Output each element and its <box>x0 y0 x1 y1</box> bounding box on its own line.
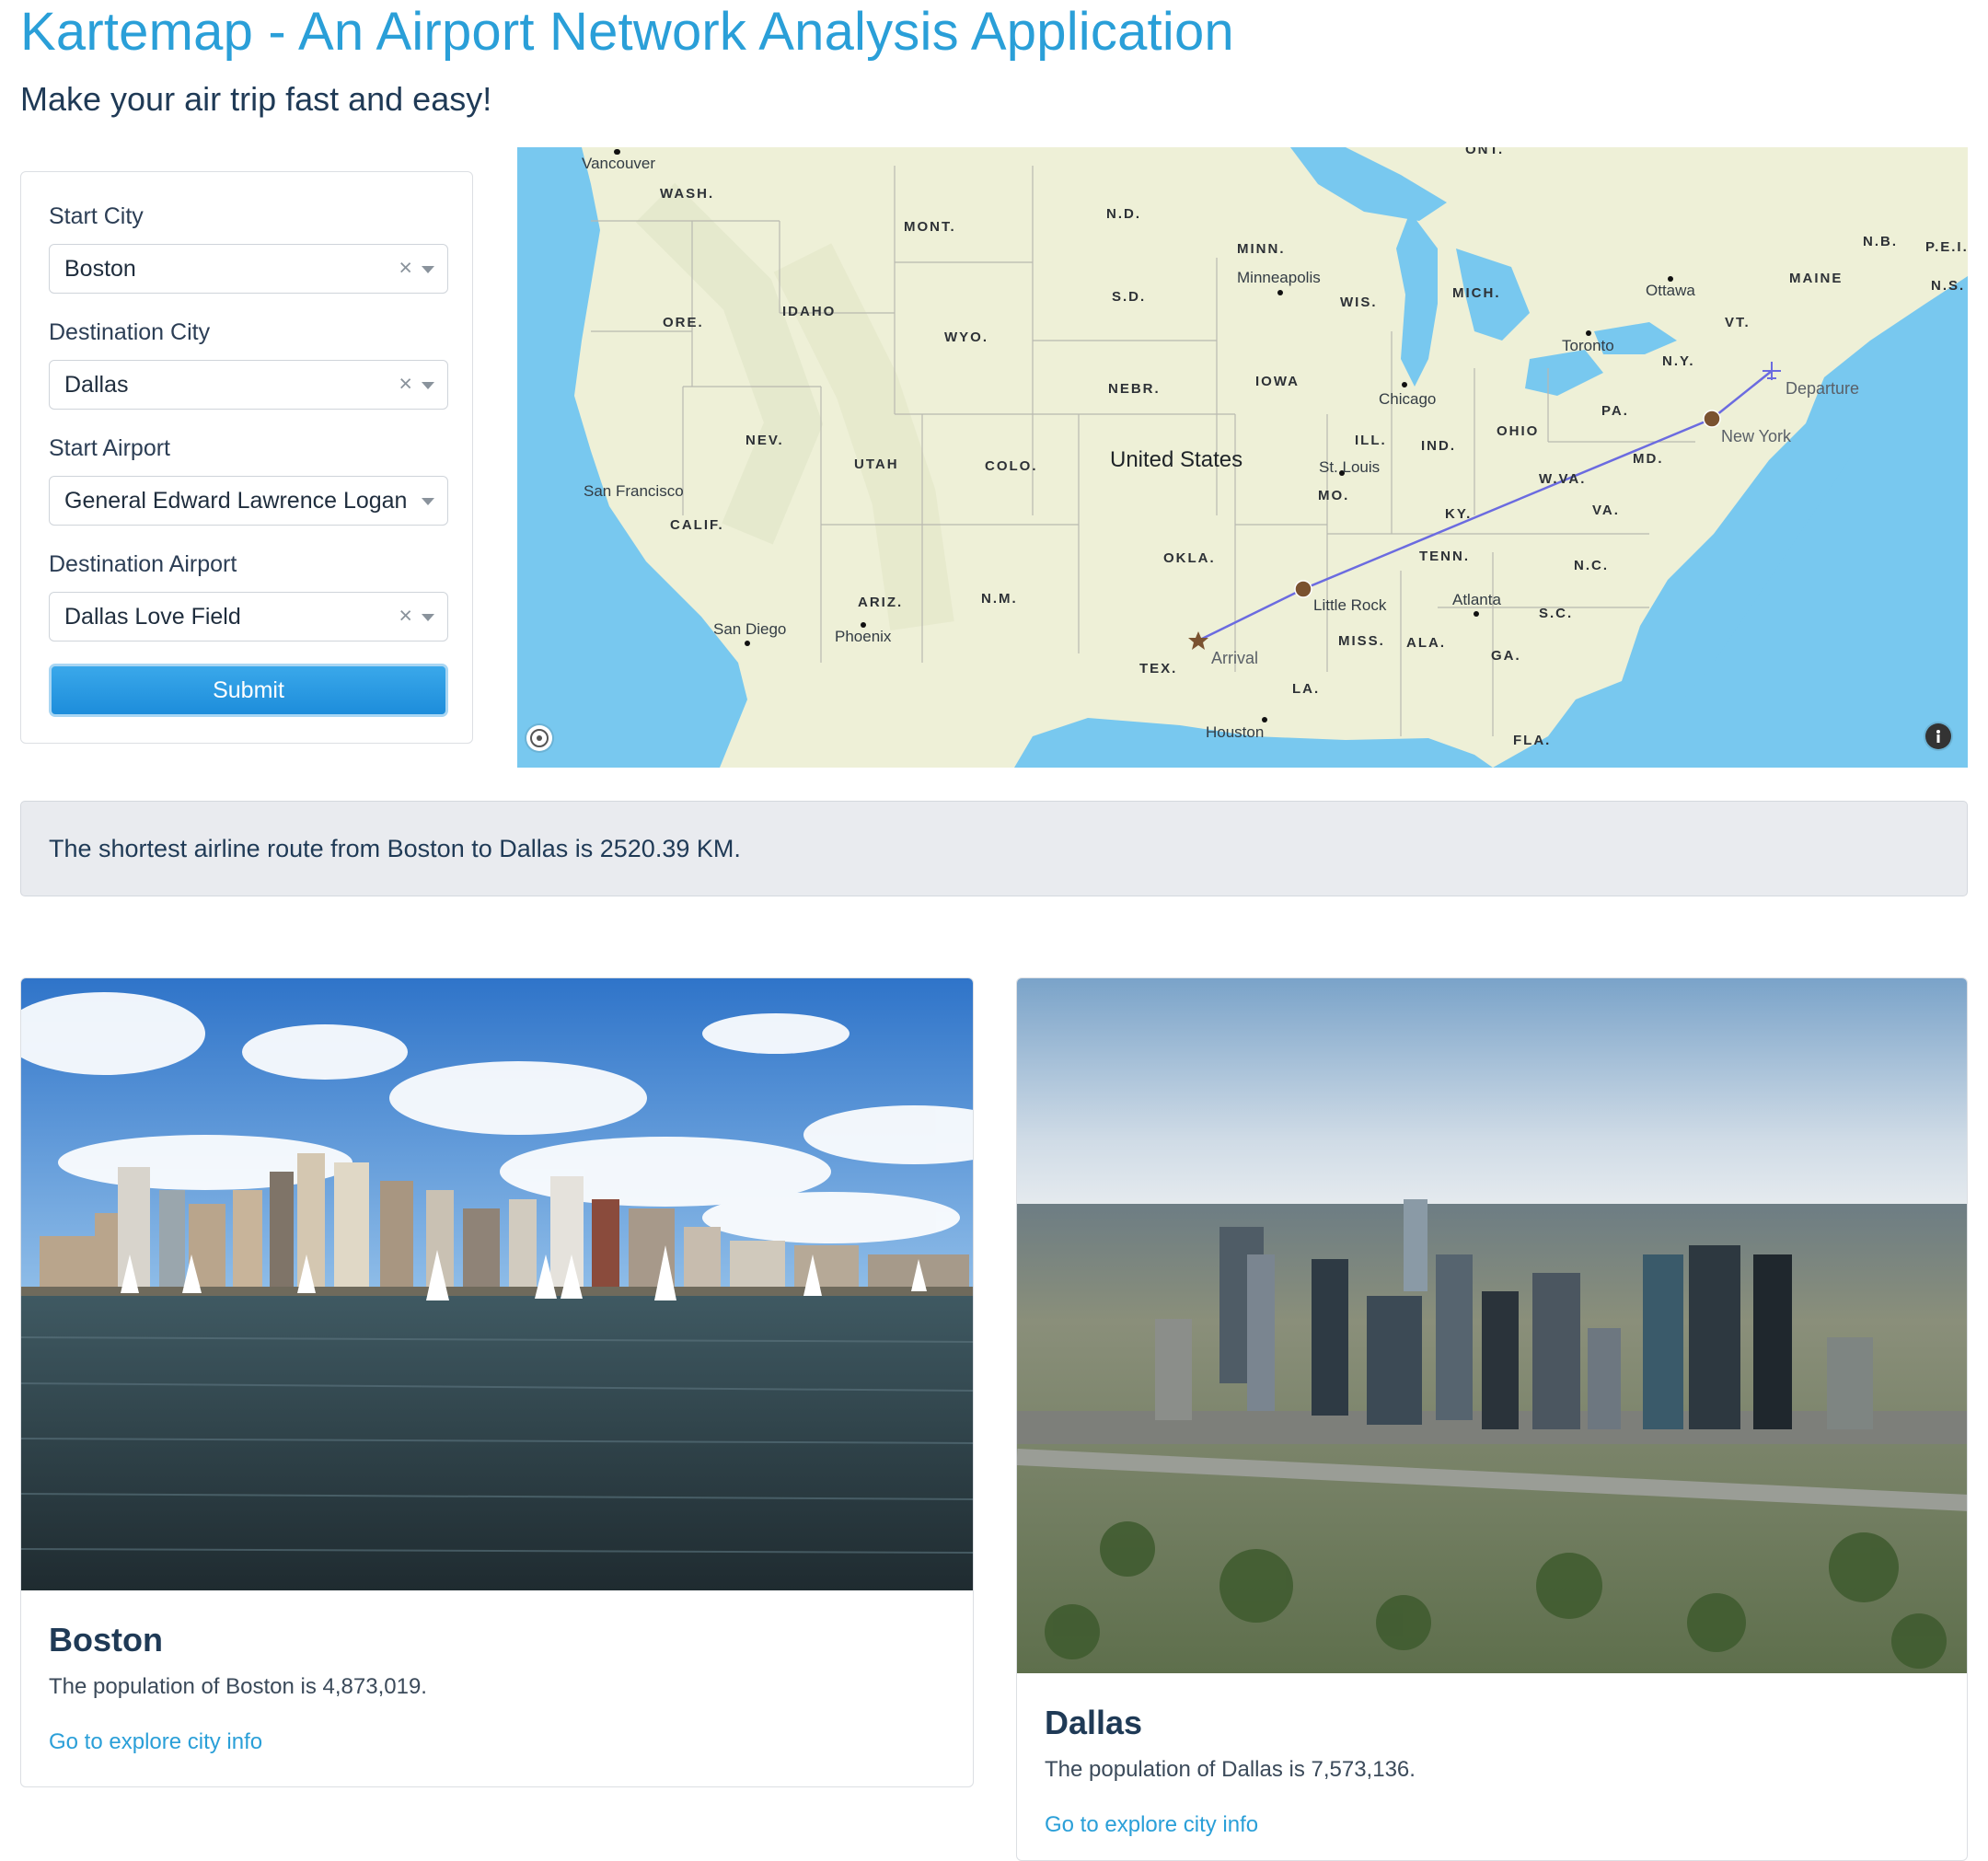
map-city-label: San Francisco <box>584 482 684 500</box>
map-state-label: MAINE <box>1789 271 1844 286</box>
map-city-label: Little Rock <box>1313 596 1387 614</box>
map-state-label: GA. <box>1491 648 1521 664</box>
chevron-down-icon[interactable] <box>422 382 434 389</box>
destination-city-select[interactable]: Dallas × <box>49 360 448 410</box>
map-state-label: ALA. <box>1406 635 1446 651</box>
map-state-label: MICH. <box>1452 285 1501 301</box>
map-state-label: IND. <box>1421 438 1456 454</box>
map-state-label: MO. <box>1318 488 1350 503</box>
start-airport-select[interactable]: General Edward Lawrence Logan I... <box>49 476 448 526</box>
arrival-label: Arrival <box>1211 649 1259 667</box>
start-airport-value: General Edward Lawrence Logan I... <box>64 488 410 514</box>
departure-label: Departure <box>1786 379 1860 398</box>
city-photo-boston <box>21 978 973 1590</box>
map-city-label: Phoenix <box>835 628 892 645</box>
map-state-label: OKLA. <box>1163 550 1216 566</box>
map-state-label: N.D. <box>1106 206 1141 222</box>
map-state-label: MINN. <box>1237 241 1286 257</box>
map-state-label: IOWA <box>1255 374 1300 389</box>
map-city-label: Houston <box>1206 723 1265 741</box>
map-state-label: P.E.I. <box>1925 239 1968 255</box>
map-city-label: Ottawa <box>1646 282 1695 299</box>
route-form-panel: Start City Boston × Destination City Dal… <box>20 171 473 744</box>
map-state-label: VT. <box>1725 315 1751 330</box>
city-name: Boston <box>49 1621 163 1659</box>
map-state-label: ILL. <box>1355 433 1387 448</box>
destination-airport-select[interactable]: Dallas Love Field × <box>49 592 448 642</box>
explore-city-link[interactable]: Go to explore city info <box>49 1729 262 1755</box>
map-state-label: MONT. <box>904 219 956 235</box>
map-state-label: KY. <box>1445 506 1473 522</box>
map-city-label: Atlanta <box>1452 591 1501 608</box>
start-airport-label: Start Airport <box>49 435 170 461</box>
destination-city-label: Destination City <box>49 319 211 345</box>
destination-airport-label: Destination Airport <box>49 551 237 577</box>
info-icon[interactable] <box>1925 723 1951 749</box>
map-state-label: LA. <box>1292 681 1321 697</box>
map-state-label: N.B. <box>1863 234 1898 249</box>
map-state-label: N.S. <box>1931 278 1966 294</box>
map-state-label: PA. <box>1601 403 1629 419</box>
submit-button[interactable]: Submit <box>49 664 448 717</box>
map-state-label: CALIF. <box>670 517 724 533</box>
map-state-label: OHIO <box>1497 423 1540 439</box>
map-city-label: Chicago <box>1379 390 1437 408</box>
map-state-label: W.VA. <box>1539 471 1587 487</box>
city-name: Dallas <box>1045 1704 1143 1741</box>
map-state-label: WIS. <box>1340 295 1378 310</box>
route-result-alert: The shortest airline route from Boston t… <box>20 801 1968 896</box>
map-state-label: S.D. <box>1112 289 1147 305</box>
map-state-label: VA. <box>1592 503 1620 518</box>
map-country-label: United States <box>1110 447 1243 472</box>
map-state-label: S.C. <box>1539 606 1574 621</box>
destination-airport-value: Dallas Love Field <box>64 604 241 630</box>
chevron-down-icon[interactable] <box>422 266 434 273</box>
chevron-down-icon[interactable] <box>422 614 434 621</box>
map-state-label: WASH. <box>660 186 715 202</box>
route-result-text: The shortest airline route from Boston t… <box>49 835 741 862</box>
map-state-label: MD. <box>1633 451 1664 467</box>
route-map[interactable]: Vancouver Minneapolis Ottawa Toronto Chi… <box>517 147 1968 768</box>
destination-city-value: Dallas <box>64 372 129 398</box>
map-state-label: N.C. <box>1574 558 1609 573</box>
city-population: The population of Boston is 4,873,019. <box>49 1674 427 1699</box>
map-state-label: N.Y. <box>1662 353 1695 369</box>
map-city-label: Toronto <box>1562 337 1614 354</box>
map-state-label: COLO. <box>985 458 1038 474</box>
map-state-label: UTAH <box>854 457 899 472</box>
map-state-label: ONT. <box>1465 147 1505 157</box>
chevron-down-icon[interactable] <box>422 498 434 505</box>
start-city-select[interactable]: Boston × <box>49 244 448 294</box>
city-card-boston: Boston The population of Boston is 4,873… <box>20 977 974 1787</box>
map-state-label: IDAHO <box>782 304 837 319</box>
map-city-label: St. Louis <box>1319 458 1381 476</box>
map-state-label: TENN. <box>1419 549 1470 564</box>
city-population: The population of Dallas is 7,573,136. <box>1045 1757 1416 1782</box>
map-city-label: Minneapolis <box>1237 269 1321 286</box>
map-state-label: WYO. <box>944 329 988 345</box>
explore-city-link[interactable]: Go to explore city info <box>1045 1812 1258 1838</box>
start-city-value: Boston <box>64 256 136 282</box>
map-state-label: TEX. <box>1139 661 1178 676</box>
clear-icon[interactable]: × <box>399 255 412 282</box>
compass-icon[interactable] <box>526 725 552 751</box>
map-state-label: NEV. <box>746 433 784 448</box>
map-state-label: N.M. <box>981 591 1018 607</box>
clear-icon[interactable]: × <box>399 371 412 398</box>
map-state-label: ORE. <box>663 315 704 330</box>
clear-icon[interactable]: × <box>399 603 412 630</box>
city-photo-dallas <box>1017 978 1967 1673</box>
map-city-label: Vancouver <box>582 155 656 172</box>
map-state-label: FLA. <box>1513 733 1552 748</box>
app-subtitle: Make your air trip fast and easy! <box>20 80 492 118</box>
app-title: Kartemap - An Airport Network Analysis A… <box>20 2 1234 62</box>
city-card-dallas: Dallas The population of Dallas is 7,573… <box>1016 977 1968 1861</box>
map-state-label: MISS. <box>1338 633 1385 649</box>
start-city-label: Start City <box>49 203 144 229</box>
map-state-label: ARIZ. <box>858 595 904 610</box>
map-city-label: New York <box>1721 427 1792 445</box>
map-state-label: NEBR. <box>1108 381 1161 397</box>
map-city-label: San Diego <box>713 620 787 638</box>
